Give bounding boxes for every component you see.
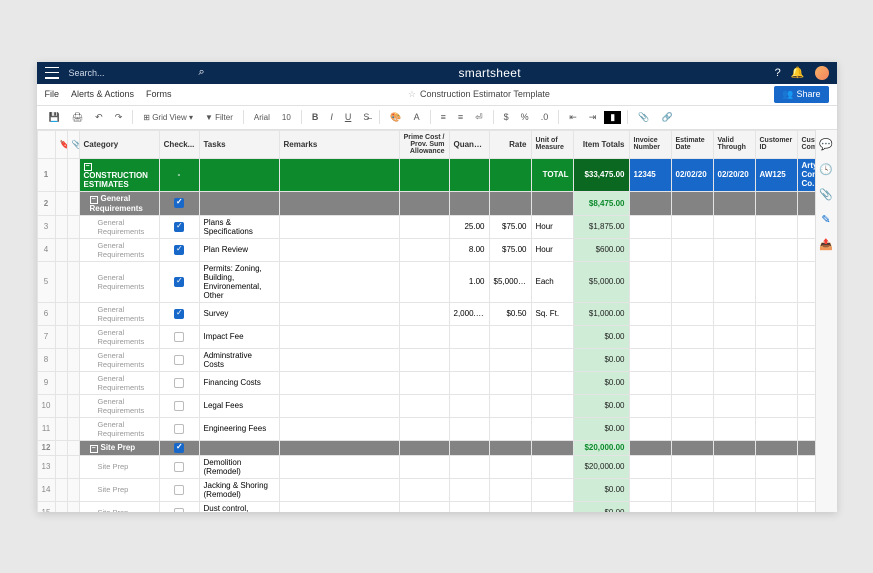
avatar[interactable] [815,66,829,80]
menu-file[interactable]: File [45,89,60,99]
font-select[interactable]: Arial [250,111,274,124]
align-left-icon[interactable]: ≡ [437,110,450,124]
table-row[interactable]: 3 General Requirements Plans & Specifica… [37,215,815,238]
table-row[interactable]: 13 Site Prep Demolition (Remodel) $20,00… [37,455,815,478]
col-totals[interactable]: Item Totals [573,130,629,158]
collapse-icon[interactable]: − [84,163,92,171]
menu-forms[interactable]: Forms [146,89,172,99]
table-row[interactable]: 4 General Requirements Plan Review 8.00$… [37,238,815,261]
publish-icon[interactable]: 📤 [819,238,833,251]
table-row[interactable]: 5 General Requirements Permits: Zoning, … [37,261,815,302]
underline-icon[interactable]: U [341,110,356,124]
checkbox[interactable] [174,277,184,287]
menu-icon[interactable] [45,67,59,79]
doc-title: ☆Construction Estimator Template [184,89,775,100]
checkbox[interactable] [174,332,184,342]
menu-alerts[interactable]: Alerts & Actions [71,89,134,99]
section-row[interactable]: 12 −Site Prep $20,000.00 [37,440,815,455]
flag-column-icon[interactable]: 🔖 [55,130,67,158]
table-row[interactable]: 7 General Requirements Impact Fee $0.00 [37,325,815,348]
col-rate[interactable]: Rate [489,130,531,158]
outdent-icon[interactable]: ⇤ [565,110,581,125]
brand-logo: smartsheet [205,66,775,80]
col-checked[interactable]: Check... [159,130,199,158]
comments-icon[interactable]: 💬 [819,138,833,151]
topbar: ⌕ smartsheet ? 🔔 [37,62,837,84]
redo-icon[interactable]: ↷ [111,110,127,125]
undo-icon[interactable]: ↶ [91,110,107,125]
attachments-rail-icon[interactable]: 📎 [819,188,833,201]
table-row[interactable]: 11 General Requirements Engineering Fees… [37,417,815,440]
col-tasks[interactable]: Tasks [199,130,279,158]
checkbox[interactable] [174,462,184,472]
checkbox[interactable] [174,245,184,255]
table-row[interactable]: 10 General Requirements Legal Fees $0.00 [37,394,815,417]
print-icon[interactable]: 🖨 [68,110,87,125]
font-size[interactable]: 10 [278,111,295,124]
col-custid[interactable]: Customer ID [755,130,797,158]
checkbox[interactable] [174,378,184,388]
attach-icon[interactable]: 📎 [634,110,653,125]
grid-view-button[interactable]: ⊞ Grid View ▾ [139,111,197,124]
decimal-icon[interactable]: .0 [537,110,553,124]
checkbox[interactable] [174,424,184,434]
col-uom[interactable]: Unit of Measure [531,130,573,158]
checkbox[interactable] [174,198,184,208]
filter-button[interactable]: ▼ Filter [201,111,237,124]
summary-row[interactable]: 1 −CONSTRUCTION ESTIMATES - TOTAL $33,47… [37,158,815,191]
app-window: ⌕ smartsheet ? 🔔 File Alerts & Actions F… [37,62,837,512]
col-invoice[interactable]: Invoice Number [629,130,671,158]
checkbox[interactable] [174,309,184,319]
spreadsheet-grid[interactable]: 🔖 📎 Category Check... Tasks Remarks Prim… [37,130,815,512]
proof-icon[interactable]: ✎ [821,213,830,226]
currency-icon[interactable]: $ [500,110,513,124]
italic-icon[interactable]: I [326,110,337,124]
col-qty[interactable]: Quantity [449,130,489,158]
collapse-icon[interactable]: − [90,445,98,453]
col-prime[interactable]: Prime Cost / Prov. Sum Allowance [399,130,449,158]
text-color-icon[interactable]: A [410,110,424,124]
toolbar: 💾 🖨 ↶ ↷ ⊞ Grid View ▾ ▼ Filter Arial 10 … [37,106,837,130]
table-row[interactable]: 15 Site Prep Dust control, Surface Prote… [37,501,815,512]
table-row[interactable]: 8 General Requirements Adminstrative Cos… [37,348,815,371]
header-row: 🔖 📎 Category Check... Tasks Remarks Prim… [37,130,815,158]
strike-icon[interactable]: S̶ [359,110,373,124]
help-icon[interactable]: ? [775,67,781,79]
right-rail: 💬 🕓 📎 ✎ 📤 [815,130,837,512]
attach-column-icon[interactable]: 📎 [67,130,79,158]
align-center-icon[interactable]: ≡ [454,110,467,124]
indent-icon[interactable]: ⇥ [585,110,601,125]
highlight-icon[interactable]: ▮ [604,111,621,124]
checkbox[interactable] [174,401,184,411]
percent-icon[interactable]: % [517,110,533,124]
col-remarks[interactable]: Remarks [279,130,399,158]
notification-icon[interactable]: 🔔 [791,66,805,79]
people-icon: 👥 [782,89,793,100]
section-row[interactable]: 2 −General Requirements $8,475.00 [37,191,815,215]
table-row[interactable]: 9 General Requirements Financing Costs $… [37,371,815,394]
menubar: File Alerts & Actions Forms ☆Constructio… [37,84,837,106]
col-category[interactable]: Category [79,130,159,158]
col-estdate[interactable]: Estimate Date [671,130,713,158]
star-icon[interactable]: ☆ [408,89,416,99]
save-icon[interactable]: 💾 [45,110,64,125]
checkbox[interactable] [174,222,184,232]
link-icon[interactable]: 🔗 [657,110,676,125]
checkbox[interactable] [174,485,184,495]
activity-icon[interactable]: 🕓 [819,163,833,176]
table-row[interactable]: 6 General Requirements Survey 2,000.00$0… [37,302,815,325]
checkbox[interactable] [174,443,184,453]
table-row[interactable]: 14 Site Prep Jacking & Shoring (Remodel)… [37,478,815,501]
bold-icon[interactable]: B [308,110,323,124]
fill-color-icon[interactable]: 🎨 [386,110,405,125]
checkbox[interactable] [174,508,184,512]
col-company[interactable]: Customer Company Name [797,130,815,158]
search-input[interactable] [69,68,169,78]
wrap-icon[interactable]: ⏎ [471,110,487,125]
collapse-icon[interactable]: − [90,196,98,204]
share-button[interactable]: 👥Share [774,86,828,103]
col-valid[interactable]: Valid Through [713,130,755,158]
checkbox[interactable] [174,355,184,365]
